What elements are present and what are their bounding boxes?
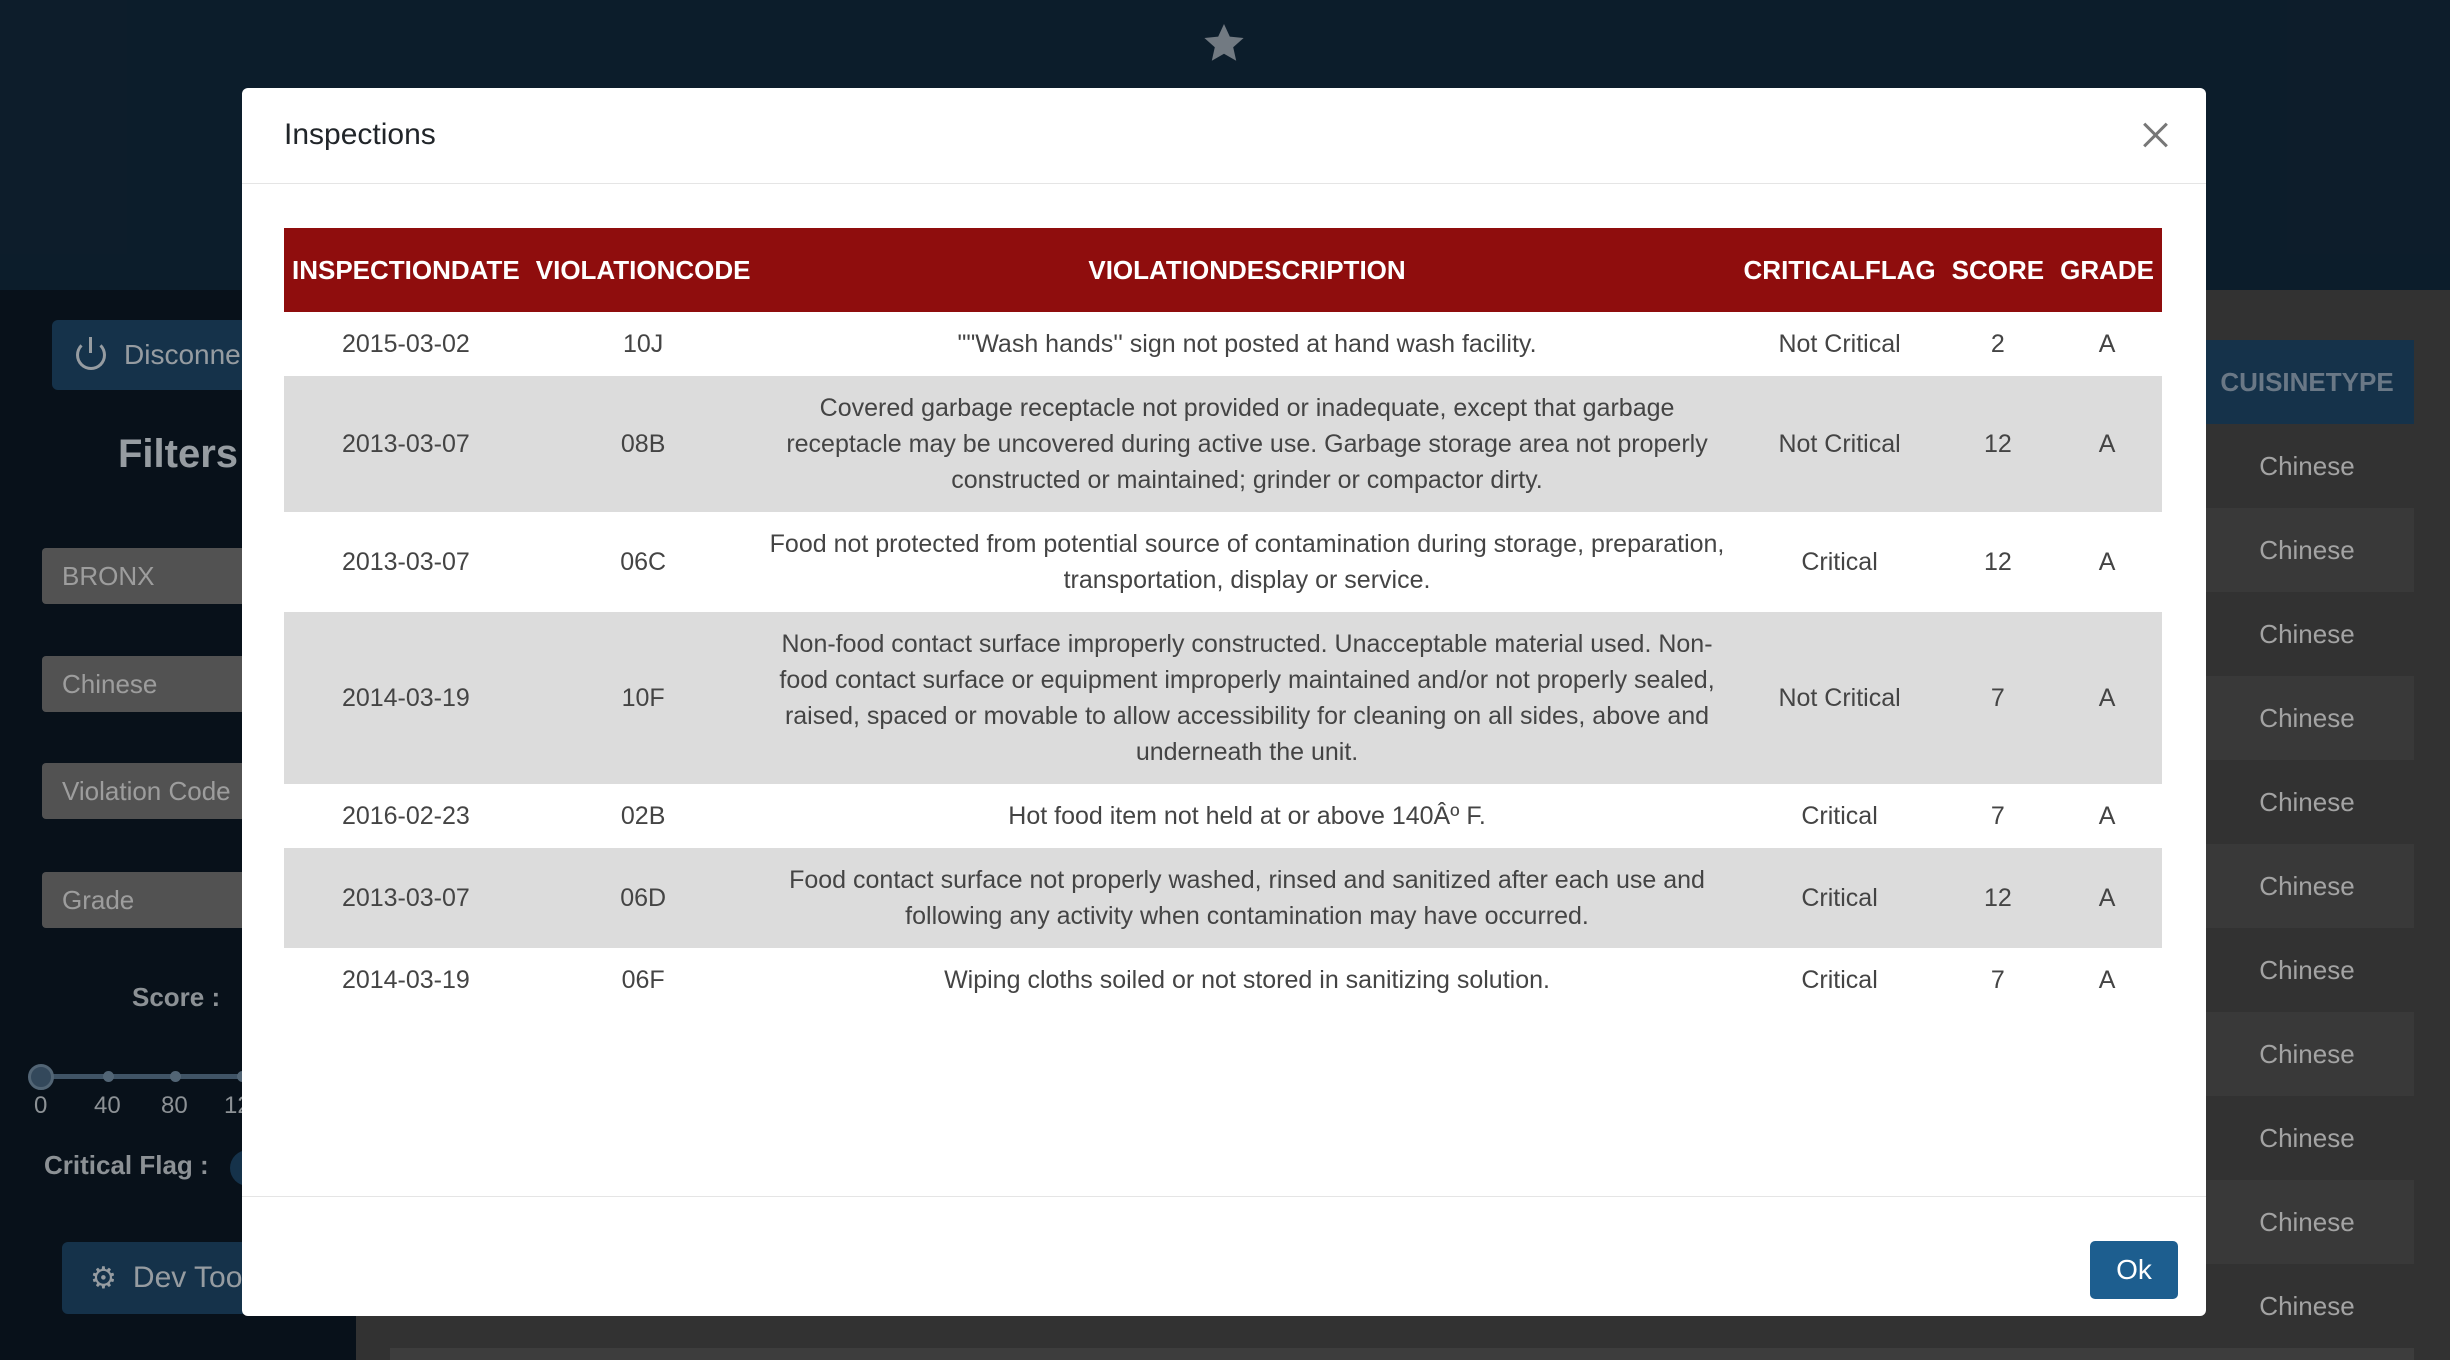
inspection-date-cell: 2015-03-02 xyxy=(341,330,470,358)
inspection-date-cell: 2014-03-19 xyxy=(341,966,470,994)
modal-header: Inspections xyxy=(242,88,2206,184)
violation-code-cell: 06D xyxy=(527,848,759,948)
critical-flag-cell: Not Critical xyxy=(1735,376,1944,512)
inspection-date-cell: 2016-02-23 xyxy=(341,802,470,830)
table-row[interactable]: 2013-03-07 08B Covered garbage receptacle … xyxy=(284,376,2162,512)
table-row[interactable]: 2014-03-19 06F Wiping cloths soiled or not… xyxy=(284,948,2162,1012)
score-cell: 12 xyxy=(1943,848,2053,948)
critical-flag-cell: Critical xyxy=(1801,802,1878,830)
violation-code-cell: 02B xyxy=(620,802,666,830)
table-row[interactable]: 2015-03-02 10J ""Wash hands'' sign not pos… xyxy=(284,312,2162,376)
column-header-criticalflag[interactable]: CRITICALFLAG xyxy=(1735,228,1944,312)
inspections-table: INSPECTIONDATE VIOLATIONCODE VIOLATIONDE… xyxy=(284,228,2162,1012)
violation-description-cell: Food contact surface not properly washed… xyxy=(758,848,1736,948)
score-cell: 7 xyxy=(1990,966,2005,994)
grade-cell: A xyxy=(2098,548,2116,576)
violation-code-cell: 10F xyxy=(527,612,759,784)
violation-code-cell: 10J xyxy=(622,330,664,358)
table-row[interactable]: 2013-03-07 06D Food contact surface not pr… xyxy=(284,848,2162,948)
score-cell: 12 xyxy=(1983,548,2012,576)
inspection-date-cell: 2013-03-07 xyxy=(284,376,528,512)
grade-cell: A xyxy=(2052,848,2162,948)
violation-description-cell: Food not protected from potential source… xyxy=(769,530,1725,594)
inspection-date-cell: 2013-03-07 xyxy=(284,848,528,948)
critical-flag-cell: Critical xyxy=(1801,966,1878,994)
violation-description-cell: ""Wash hands'' sign not posted at hand w… xyxy=(957,330,1537,358)
violation-description-cell: Hot food item not held at or above 140Âº… xyxy=(1008,802,1486,830)
critical-flag-cell: Critical xyxy=(1735,848,1944,948)
violation-code-cell: 06F xyxy=(621,966,665,994)
inspection-date-cell: 2014-03-19 xyxy=(284,612,528,784)
critical-flag-cell: Not Critical xyxy=(1735,612,1944,784)
critical-flag-cell: Critical xyxy=(1801,548,1878,576)
inspection-date-cell: 2013-03-07 xyxy=(341,548,470,576)
modal-footer: Ok xyxy=(242,1196,2206,1316)
violation-description-cell: Wiping cloths soiled or not stored in sa… xyxy=(944,966,1550,994)
grade-cell: A xyxy=(2098,330,2116,358)
score-cell: 2 xyxy=(1990,330,2005,358)
grade-cell: A xyxy=(2098,966,2116,994)
violation-description-cell: Covered garbage receptacle not provided … xyxy=(758,376,1736,512)
column-header-violationcode[interactable]: VIOLATIONCODE xyxy=(527,228,759,312)
column-header-grade[interactable]: GRADE xyxy=(2052,228,2162,312)
column-header-inspectiondate[interactable]: INSPECTIONDATE xyxy=(284,228,528,312)
critical-flag-cell: Not Critical xyxy=(1778,330,1901,358)
close-icon[interactable] xyxy=(2142,122,2168,148)
violation-code-cell: 08B xyxy=(527,376,759,512)
column-header-score[interactable]: SCORE xyxy=(1943,228,2053,312)
grade-cell: A xyxy=(2098,802,2116,830)
modal-title: Inspections xyxy=(284,118,436,151)
score-cell: 7 xyxy=(1943,612,2053,784)
inspections-modal: Inspections INSPECTIONDATE VIOLATIONCODE… xyxy=(242,88,2206,1316)
grade-cell: A xyxy=(2052,612,2162,784)
score-cell: 7 xyxy=(1990,802,2005,830)
ok-button[interactable]: Ok xyxy=(2090,1241,2178,1299)
violation-code-cell: 06C xyxy=(620,548,667,576)
score-cell: 12 xyxy=(1943,376,2053,512)
table-row[interactable]: 2014-03-19 10F Non-food contact surface im… xyxy=(284,612,2162,784)
table-row[interactable]: 2016-02-23 02B Hot food item not held at o… xyxy=(284,784,2162,848)
violation-description-cell: Non-food contact surface improperly cons… xyxy=(758,612,1736,784)
table-header-row: INSPECTIONDATE VIOLATIONCODE VIOLATIONDE… xyxy=(284,228,2162,312)
column-header-violationdescription[interactable]: VIOLATIONDESCRIPTION xyxy=(758,228,1736,312)
table-row[interactable]: 2013-03-07 06C Food not protected from pot… xyxy=(284,512,2162,612)
grade-cell: A xyxy=(2052,376,2162,512)
